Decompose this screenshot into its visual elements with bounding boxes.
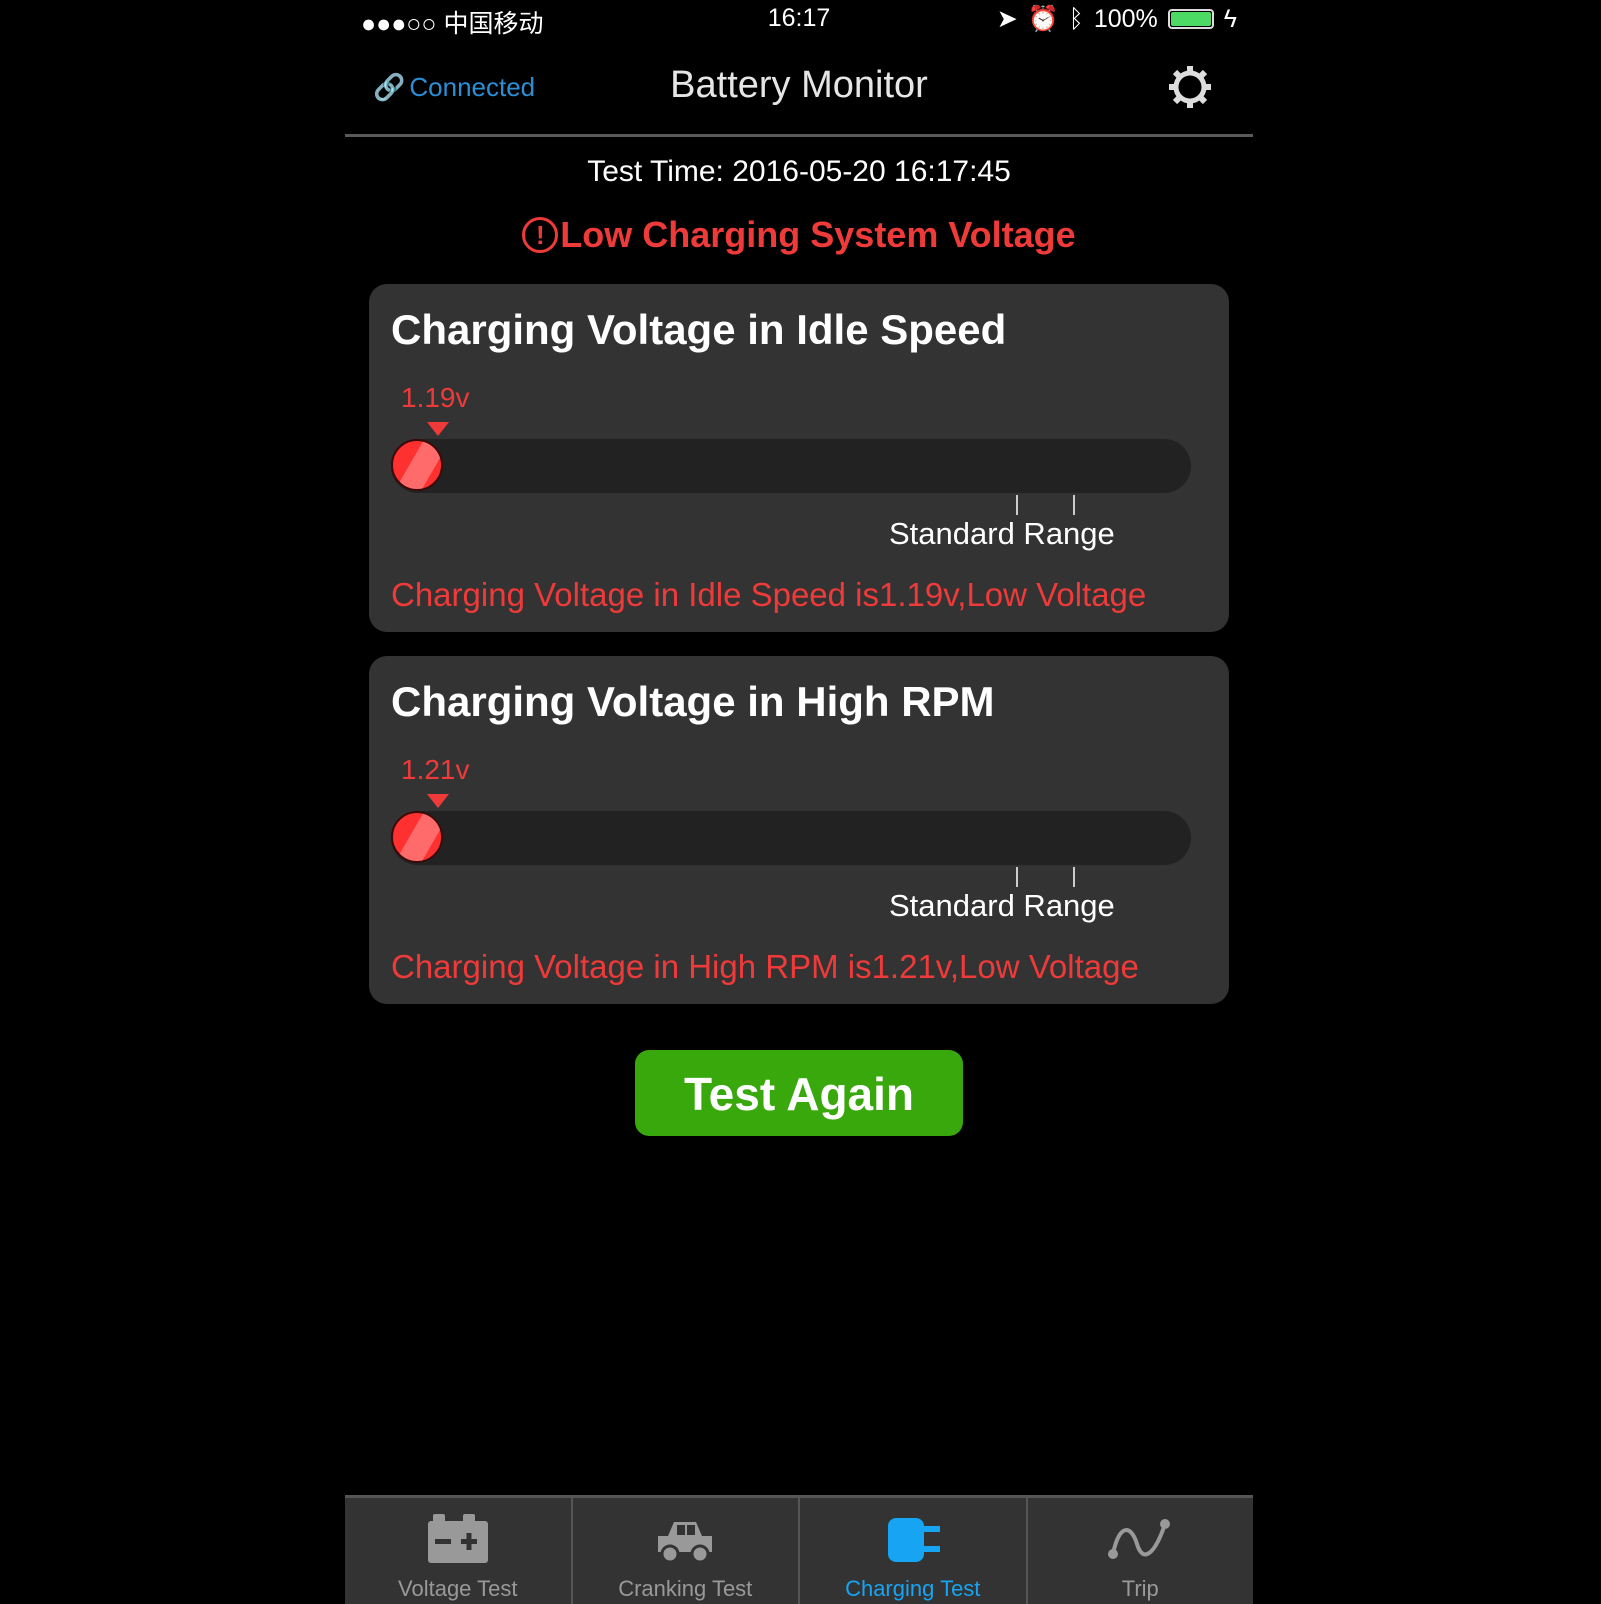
tab-label: Trip [1121,1576,1159,1601]
range-tick-low [1016,495,1018,515]
status-bar: ●●●○○ 中国移动 16:17 ➤ ⏰ ᛒ 100% ϟ [345,0,1253,38]
tab-label: Charging Test [845,1576,981,1601]
test-time: Test Time: 2016-05-20 16:17:45 [587,155,1011,188]
value-marker-icon [427,794,449,808]
battery-icon [427,1514,488,1563]
standard-range-label: Standard Range [889,516,1115,551]
high-rpm-card: Charging Voltage in High RPM 1.21v Stand… [369,656,1229,1004]
voltage-gauge-knob [391,811,443,863]
idle-speed-card: Charging Voltage in Idle Speed 1.19v Sta… [369,284,1229,632]
result-message: Charging Voltage in Idle Speed is1.19v,L… [391,576,1147,613]
result-message: Charging Voltage in High RPM is1.21v,Low… [391,948,1139,985]
battery-icon [1167,9,1214,29]
test-again-button[interactable]: Test Again [635,1050,963,1136]
nav-bar: 🔗 Connected Battery Monitor [345,50,1253,137]
tab-trip[interactable]: Trip [1028,1498,1254,1604]
gear-icon[interactable] [1167,64,1213,110]
value-label: 1.19v [401,382,470,413]
voltage-gauge-knob [391,439,443,491]
card-title: Charging Voltage in High RPM [391,678,995,725]
voltage-gauge-track [391,811,1191,865]
charging-icon: ϟ [1223,4,1237,33]
page-title: Battery Monitor [670,64,928,106]
battery-percent: 100% [1093,4,1158,33]
tab-bar: Voltage Test Cranking Test Charging Test… [345,1495,1253,1604]
location-icon: ➤ [996,5,1018,33]
voltage-gauge-track [391,439,1191,493]
plug-icon [887,1518,940,1562]
app-screen: ●●●○○ 中国移动 16:17 ➤ ⏰ ᛒ 100% ϟ 🔗 Connecte… [345,0,1253,1604]
car-icon [658,1522,713,1564]
alert-text: Low Charging System Voltage [560,214,1076,255]
card-title: Charging Voltage in Idle Speed [391,306,1007,353]
tab-label: Voltage Test [398,1576,518,1601]
tab-cranking-test[interactable]: Cranking Test [573,1498,800,1604]
tab-label: Cranking Test [618,1576,753,1601]
range-tick-low [1016,867,1018,887]
value-label: 1.21v [401,754,470,785]
route-icon [1108,1519,1171,1559]
range-tick-high [1073,867,1075,887]
alarm-icon: ⏰ [1027,4,1059,33]
value-marker-icon [427,422,449,436]
bluetooth-icon: ᛒ [1068,4,1084,33]
standard-range-label: Standard Range [889,888,1115,923]
tab-charging-test[interactable]: Charging Test [800,1498,1028,1604]
alert-message: ! Low Charging System Voltage [345,214,1253,256]
warning-icon: ! [522,217,559,253]
tab-voltage-test[interactable]: Voltage Test [345,1498,573,1604]
range-tick-high [1073,495,1075,515]
